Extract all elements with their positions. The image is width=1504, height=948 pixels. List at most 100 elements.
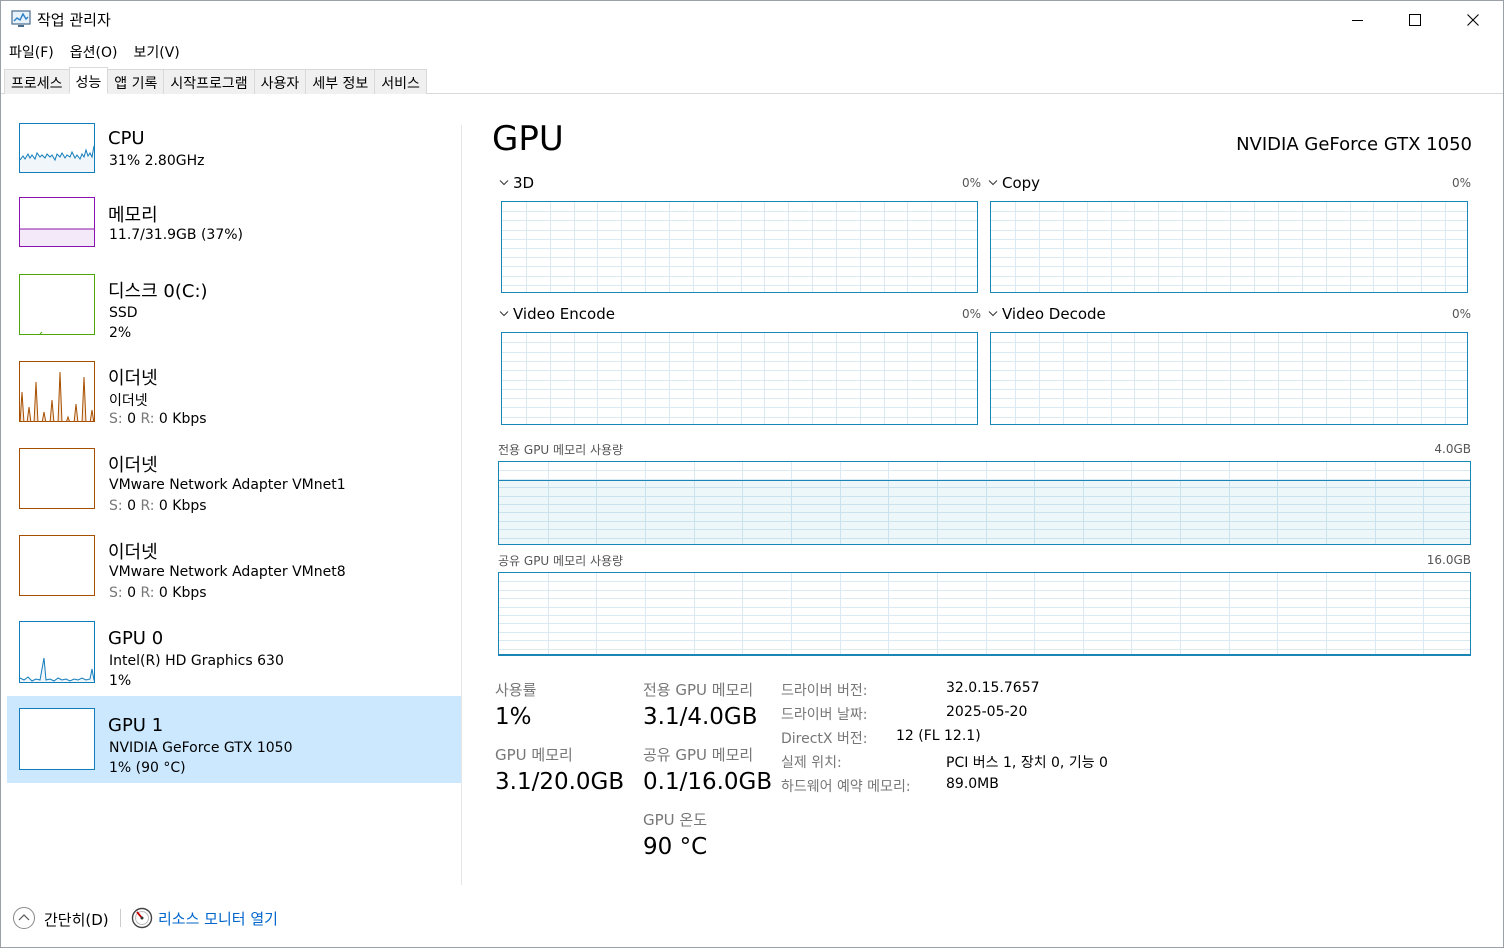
window-title: 작업 관리자 bbox=[37, 11, 111, 29]
tab-processes[interactable]: 프로세스 bbox=[4, 69, 70, 94]
send-label: S: bbox=[109, 498, 123, 514]
engine-video-encode-graph bbox=[501, 332, 978, 425]
receive-label: R: bbox=[140, 585, 155, 601]
gpu-memory-label: GPU 메모리 bbox=[495, 746, 573, 764]
tab-users[interactable]: 사용자 bbox=[253, 69, 307, 94]
dedicated-memory-label: 전용 GPU 메모리 사용량 bbox=[498, 443, 624, 457]
tab-details[interactable]: 세부 정보 bbox=[305, 69, 376, 94]
dedicated-memory-graph bbox=[498, 461, 1471, 545]
resource-detail: VMware Network Adapter VMnet1 bbox=[109, 477, 346, 493]
gpu-temperature-label: GPU 온도 bbox=[643, 811, 708, 829]
engine-copy-graph bbox=[990, 201, 1468, 293]
resource-item-disk[interactable]: 디스크 0(C:) SSD 2% bbox=[7, 267, 461, 354]
resource-monitor-icon bbox=[131, 907, 153, 929]
resource-send-receive: S: 0 R: 0 Kbps bbox=[109, 498, 207, 514]
chevron-down-icon[interactable] bbox=[499, 179, 509, 187]
resource-item-gpu1[interactable]: GPU 1 NVIDIA GeForce GTX 1050 1% (90 °C) bbox=[7, 696, 461, 783]
tab-app-history[interactable]: 앱 기록 bbox=[107, 69, 165, 94]
chevron-down-icon[interactable] bbox=[988, 310, 998, 318]
engine-video-decode-selector[interactable]: Video Decode bbox=[1002, 305, 1106, 323]
engine-3d-selector[interactable]: 3D bbox=[513, 174, 534, 192]
resource-name: 이더넷 bbox=[108, 542, 158, 563]
engine-3d-percent: 0% bbox=[961, 176, 981, 190]
shared-memory-graph bbox=[498, 572, 1471, 656]
shared-memory-label: 공유 GPU 메모리 사용량 bbox=[498, 554, 624, 568]
tab-services[interactable]: 서비스 bbox=[374, 69, 427, 94]
fewer-details-button[interactable]: 간단히(D) bbox=[44, 909, 109, 930]
receive-value: 0 Kbps bbox=[158, 585, 207, 601]
receive-label: R: bbox=[140, 498, 155, 514]
resource-item-memory[interactable]: 메모리 11.7/31.9GB (37%) bbox=[7, 189, 461, 276]
resource-name: CPU bbox=[108, 128, 145, 149]
resource-item-gpu0[interactable]: GPU 0 Intel(R) HD Graphics 630 1% bbox=[7, 615, 461, 702]
hardware-reserved-memory-label: 하드웨어 예약 메모리: bbox=[781, 779, 911, 795]
chevron-down-icon[interactable] bbox=[988, 179, 998, 187]
tab-bar: 프로세스 성능 앱 기록 시작프로그램 사용자 세부 정보 서비스 bbox=[1, 67, 1503, 94]
engine-video-encode-selector[interactable]: Video Encode bbox=[513, 305, 615, 323]
menu-file[interactable]: 파일(F) bbox=[1, 39, 62, 63]
resource-item-ethernet[interactable]: 이더넷 이더넷 S: 0 R: 0 Kbps bbox=[7, 354, 461, 441]
tab-startup[interactable]: 시작프로그램 bbox=[163, 69, 255, 94]
engine-copy-percent: 0% bbox=[1451, 176, 1471, 190]
resource-detail: 31% 2.80GHz bbox=[109, 153, 205, 169]
maximize-button[interactable] bbox=[1386, 1, 1444, 38]
tab-performance[interactable]: 성능 bbox=[68, 67, 109, 94]
resource-detail: Intel(R) HD Graphics 630 bbox=[109, 653, 284, 669]
resource-detail: NVIDIA GeForce GTX 1050 bbox=[109, 740, 293, 756]
resource-name: GPU 0 bbox=[108, 628, 164, 649]
gpu0-thumbnail-graph bbox=[19, 621, 95, 683]
minimize-icon bbox=[1352, 19, 1363, 21]
resource-name: GPU 1 bbox=[108, 715, 164, 736]
close-button[interactable] bbox=[1444, 1, 1502, 38]
gpu1-thumbnail-graph bbox=[19, 708, 95, 770]
driver-version-label: 드라이버 버전: bbox=[781, 683, 868, 699]
ethernet-thumbnail-graph bbox=[19, 535, 95, 596]
resource-detail: 1% (90 °C) bbox=[109, 760, 186, 776]
send-value: 0 bbox=[127, 411, 136, 427]
open-resource-monitor-link[interactable]: 리소스 모니터 열기 bbox=[158, 908, 278, 929]
disk-thumbnail-graph bbox=[19, 274, 95, 335]
memory-thumbnail-graph bbox=[19, 197, 95, 247]
dedicated-memory-fill bbox=[499, 480, 1470, 544]
shared-gpu-memory-value: 0.1/16.0GB bbox=[643, 769, 773, 795]
dedicated-gpu-memory-label: 전용 GPU 메모리 bbox=[643, 681, 754, 699]
minimize-button[interactable] bbox=[1329, 1, 1387, 38]
resource-send-receive: S: 0 R: 0 Kbps bbox=[109, 585, 207, 601]
gpu-temperature-value: 90 °C bbox=[643, 834, 708, 860]
engine-copy-selector[interactable]: Copy bbox=[1002, 174, 1040, 192]
dedicated-memory-max: 4.0GB bbox=[1434, 442, 1471, 456]
cpu-thumbnail-graph bbox=[19, 123, 95, 173]
close-icon bbox=[1467, 13, 1479, 26]
chevron-down-icon[interactable] bbox=[499, 310, 509, 318]
hardware-reserved-memory-value: 89.0MB bbox=[946, 776, 999, 792]
send-value: 0 bbox=[127, 585, 136, 601]
dedicated-gpu-memory-value: 3.1/4.0GB bbox=[643, 704, 758, 730]
driver-version-value: 32.0.15.7657 bbox=[946, 680, 1040, 696]
driver-date-value: 2025-05-20 bbox=[946, 704, 1028, 720]
shared-gpu-memory-label: 공유 GPU 메모리 bbox=[643, 746, 754, 764]
resource-detail: 이더넷 bbox=[109, 393, 148, 409]
resource-detail: 11.7/31.9GB (37%) bbox=[109, 227, 244, 243]
receive-label: R: bbox=[140, 411, 155, 427]
footer: 간단히(D) 리소스 모니터 열기 bbox=[1, 901, 1503, 935]
menu-options[interactable]: 옵션(O) bbox=[62, 39, 126, 63]
utilization-value: 1% bbox=[495, 704, 532, 730]
engine-video-encode-percent: 0% bbox=[961, 307, 981, 321]
chevron-up-circle-icon[interactable] bbox=[12, 906, 36, 930]
resource-name: 이더넷 bbox=[108, 368, 158, 389]
title-bar[interactable]: 작업 관리자 bbox=[1, 1, 1503, 38]
send-value: 0 bbox=[127, 498, 136, 514]
resource-name: 디스크 0(C:) bbox=[108, 281, 208, 302]
resource-detail: 2% bbox=[109, 325, 132, 341]
menu-view[interactable]: 보기(V) bbox=[125, 39, 187, 63]
engine-3d-graph bbox=[501, 201, 978, 293]
resource-item-ethernet-vmnet1[interactable]: 이더넷 VMware Network Adapter VMnet1 S: 0 R… bbox=[7, 441, 461, 528]
resource-item-ethernet-vmnet8[interactable]: 이더넷 VMware Network Adapter VMnet8 S: 0 R… bbox=[7, 528, 461, 615]
gpu-model-name: NVIDIA GeForce GTX 1050 bbox=[1236, 134, 1472, 155]
send-label: S: bbox=[109, 411, 123, 427]
resource-name: 이더넷 bbox=[108, 455, 158, 476]
task-manager-app-icon bbox=[11, 10, 31, 27]
shared-memory-max: 16.0GB bbox=[1426, 553, 1471, 567]
maximize-icon bbox=[1409, 13, 1421, 26]
footer-divider bbox=[120, 909, 121, 927]
